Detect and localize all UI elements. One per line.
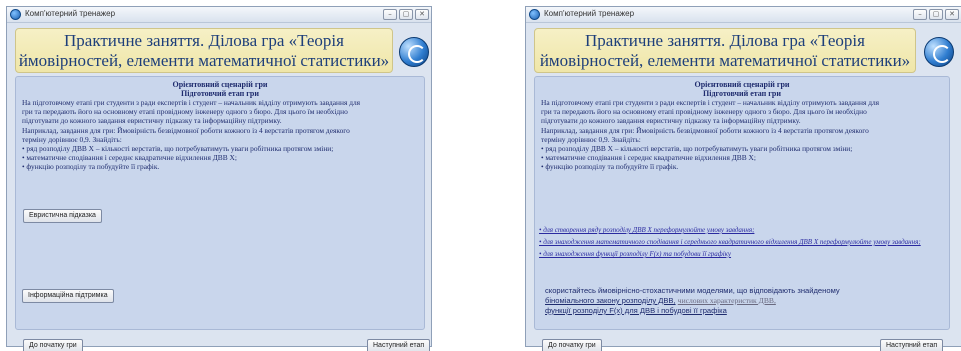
scenario-line: На підготовчому етапі гри студенти з рад… — [22, 98, 361, 107]
app-globe-icon — [529, 9, 540, 20]
scenario-line: підготувати до кожного завдання евристич… — [541, 116, 801, 126]
minimize-button[interactable]: – — [383, 9, 397, 20]
scenario-line: • математичне сподівання і середнє квадр… — [541, 153, 756, 163]
scenario-line: терміну дорівнює 0,9. Знайдіть: — [22, 134, 122, 144]
support-text: скористайтесь ймовірнісно-стохастичними … — [545, 286, 945, 316]
scenario-panel: Орієнтовний сценарій гри Підготовчий ета… — [534, 76, 950, 330]
support-intro: скористайтесь ймовірнісно-стохастичними … — [545, 286, 840, 295]
maximize-button[interactable]: ▢ — [399, 9, 413, 20]
window-title: Комп'ютерний тренажер — [544, 9, 635, 18]
scenario-title: Орієнтовний сценарій гри — [172, 80, 268, 89]
stage-title: Підготовчий етап гри — [703, 89, 781, 98]
scenario-line: Наприклад, завдання для гри: Ймовірність… — [22, 125, 350, 135]
scenario-text: На підготовчому етапі гри студенти з рад… — [535, 98, 949, 172]
app-globe-icon — [10, 9, 21, 20]
close-button[interactable]: ✕ — [945, 9, 959, 20]
trainer-window-right: Комп'ютерний тренажер – ▢ ✕ Практичне за… — [525, 6, 961, 351]
hint-link[interactable]: • для знаходження математичного сподіван… — [539, 238, 943, 247]
next-stage-button[interactable]: Наступний етап — [880, 339, 944, 351]
title-bar: Комп'ютерний тренажер – ▢ ✕ — [7, 7, 431, 23]
scenario-line: підготувати до кожного завдання евристич… — [22, 116, 282, 126]
heuristic-hint-button[interactable]: Евристична підказка — [23, 209, 102, 223]
lesson-title: Практичне заняття. Ділова гра «Теорія йм… — [539, 31, 911, 70]
scenario-line: • математичне сподівання і середнє квадр… — [22, 153, 237, 163]
scenario-line: На підготовчому етапі гри студенти з рад… — [541, 98, 880, 107]
heuristic-hints: • для створення ряду розподілу ДВВ Х пер… — [539, 226, 943, 262]
title-bar: Комп'ютерний тренажер – ▢ ✕ — [526, 7, 961, 23]
hint-link[interactable]: • для створення ряду розподілу ДВВ Х пер… — [539, 226, 943, 235]
hint-link[interactable]: • для знаходження функції розподілу F(x)… — [539, 250, 943, 259]
scenario-panel: Орієнтовний сценарій гри Підготовчий ета… — [15, 76, 425, 330]
scenario-title: Орієнтовний сценарій гри — [694, 80, 790, 89]
info-support-button[interactable]: Інформаційна підтримка — [22, 289, 114, 303]
numeric-characteristics-link[interactable]: числових характеристик ДВВ, — [678, 296, 776, 305]
lesson-title: Практичне заняття. Ділова гра «Теорія йм… — [18, 31, 390, 70]
close-button[interactable]: ✕ — [415, 9, 429, 20]
scenario-line: • функцію розподілу та побудуйте її граф… — [541, 162, 679, 172]
lesson-header: Практичне заняття. Ділова гра «Теорія йм… — [534, 28, 916, 73]
distribution-function-link[interactable]: функції розподілу F(x) для ДВВ і побудов… — [545, 306, 945, 316]
binomial-law-link[interactable]: біноміального закону розподілу ДВВ, — [545, 296, 676, 305]
scenario-line: гри та передають його на основному етапі… — [541, 107, 867, 117]
scenario-line: Наприклад, завдання для гри: Ймовірність… — [541, 125, 869, 135]
trainer-window-left: Комп'ютерний тренажер – ▢ ✕ Практичне за… — [6, 6, 432, 351]
maximize-button[interactable]: ▢ — [929, 9, 943, 20]
scenario-line: • функцію розподілу та побудуйте її граф… — [22, 162, 160, 172]
scenario-text: На підготовчому етапі гри студенти з рад… — [16, 98, 424, 172]
scenario-line: гри та передають його на основному етапі… — [22, 107, 348, 117]
scenario-line: • ряд розподілу ДВВ Х – кількості верста… — [22, 144, 334, 154]
next-stage-button[interactable]: Наступний етап — [367, 339, 431, 351]
globe-logo-icon — [924, 37, 954, 67]
globe-logo-icon — [399, 37, 429, 67]
to-start-button[interactable]: До початку гри — [23, 339, 83, 351]
scenario-line: терміну дорівнює 0,9. Знайдіть: — [541, 134, 641, 144]
scenario-line: • ряд розподілу ДВВ Х – кількості верста… — [541, 144, 853, 154]
to-start-button[interactable]: До початку гри — [542, 339, 602, 351]
window-title: Комп'ютерний тренажер — [25, 9, 116, 18]
lesson-header: Практичне заняття. Ділова гра «Теорія йм… — [15, 28, 393, 73]
minimize-button[interactable]: – — [913, 9, 927, 20]
stage-title: Підготовчий етап гри — [181, 89, 259, 98]
